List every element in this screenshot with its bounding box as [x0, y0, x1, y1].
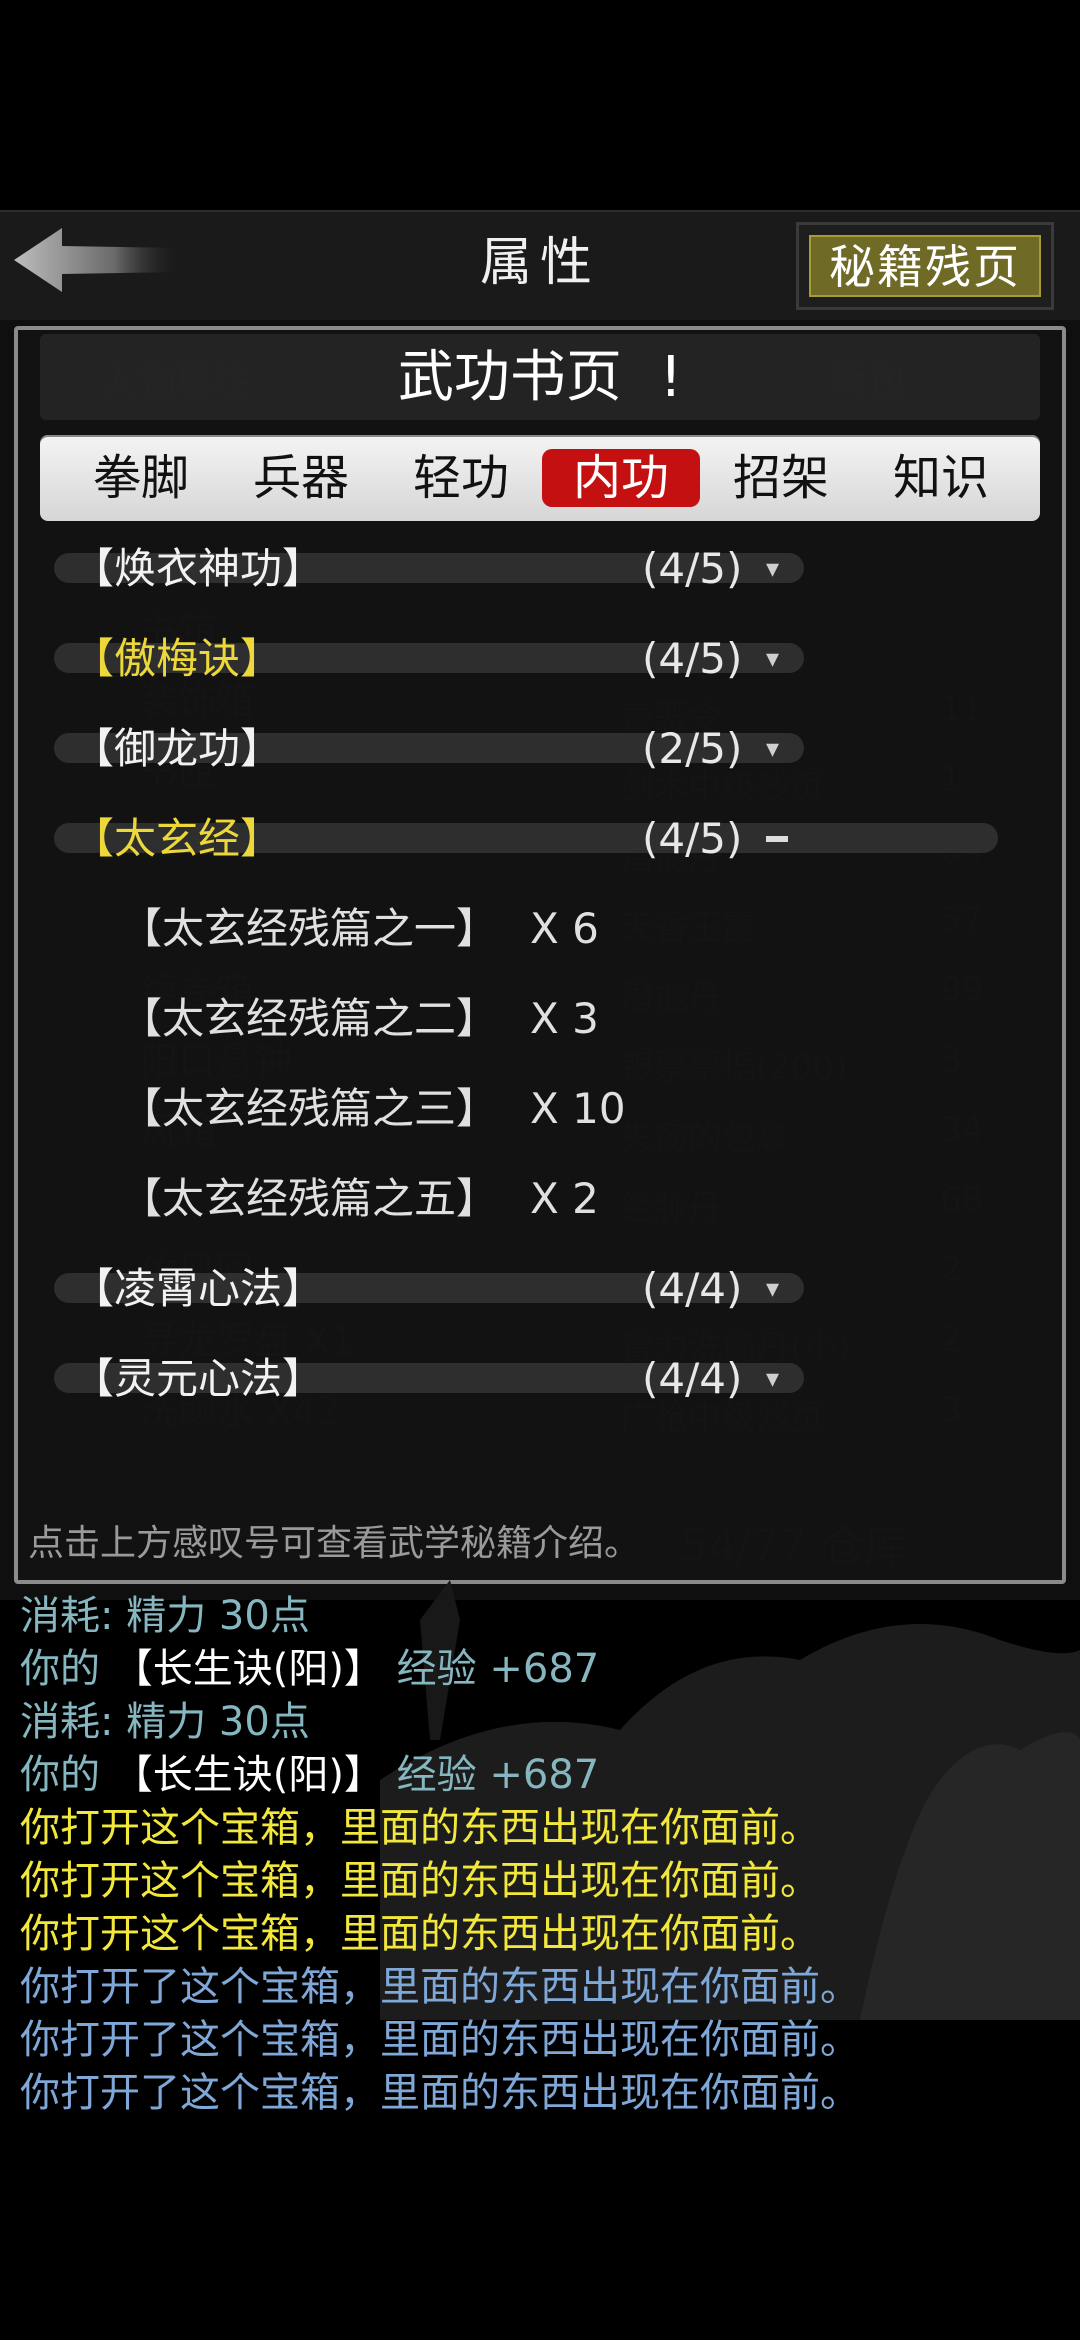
- log-text: 消耗:: [20, 1593, 127, 1639]
- back-arrow-button[interactable]: [14, 222, 184, 298]
- log-line: 你打开这个宝箱，里面的东西出现在你面前。: [20, 1855, 820, 1907]
- log-text: 你的: [20, 1646, 113, 1692]
- log-line: 消耗: 精力 30点: [20, 1696, 310, 1748]
- log-line: 你打开了这个宝箱，里面的东西出现在你面前。: [20, 2067, 860, 2119]
- skill-name: 【御龙功】: [72, 724, 283, 773]
- fragment-item[interactable]: 【太玄经残篇之一】 X 6: [120, 897, 599, 961]
- skill-name: 【灵元心法】: [72, 1354, 325, 1403]
- log-text: 你打开这个宝箱，里面的东西出现在你面前。: [20, 1805, 820, 1851]
- log-line: 你打开了这个宝箱，里面的东西出现在你面前。: [20, 2014, 860, 2066]
- skill-name: 【太玄经】: [72, 814, 283, 863]
- tab-2[interactable]: 轻功: [382, 449, 540, 507]
- fragment-name: 【太玄经残篇之一】: [120, 904, 499, 953]
- fragment-quantity: X 2: [530, 1174, 599, 1223]
- chevron-down-icon[interactable]: ▾: [766, 1257, 779, 1321]
- log-text: 你打开了这个宝箱，里面的东西出现在你面前。: [20, 2017, 860, 2063]
- log-text: 【长生诀(阳)】: [112, 1646, 384, 1692]
- skill-page-count: (4/5): [642, 634, 743, 683]
- skill-row[interactable]: 【灵元心法】 (4/4) ▾: [54, 1347, 1044, 1411]
- skill-page-count: (4/4): [642, 1264, 743, 1313]
- fragment-name: 【太玄经残篇之五】: [120, 1174, 499, 1223]
- chevron-down-icon[interactable]: ▾: [766, 627, 779, 691]
- skill-row[interactable]: 【傲梅诀】 (4/5) ▾: [54, 627, 1044, 691]
- tab-0[interactable]: 拳脚: [62, 449, 220, 507]
- skill-page-count: (4/5): [642, 814, 743, 863]
- tab-4[interactable]: 招架: [702, 449, 860, 507]
- log-line: 你的 【长生诀(阳)】 经验 +687: [20, 1749, 599, 1801]
- page-title: 属性: [479, 233, 600, 293]
- log-text: 经验 +687: [383, 1752, 600, 1798]
- fragment-quantity: X 3: [530, 994, 599, 1043]
- fragment-name: 【太玄经残篇之三】: [120, 1084, 499, 1133]
- log-text: 你打开了这个宝箱，里面的东西出现在你面前。: [20, 2070, 860, 2116]
- skill-row[interactable]: 【凌霄心法】 (4/4) ▾: [54, 1257, 1044, 1321]
- skill-name: 【傲梅诀】: [72, 634, 283, 683]
- panel-title-text: 武功书页: [397, 345, 622, 410]
- log-line: 你打开这个宝箱，里面的东西出现在你面前。: [20, 1908, 820, 1960]
- log-text: 你打开了这个宝箱，里面的东西出现在你面前。: [20, 1964, 860, 2010]
- log-line: 你打开了这个宝箱，里面的东西出现在你面前。: [20, 1961, 860, 2013]
- skill-row[interactable]: 【太玄经】 (4/5): [54, 807, 1044, 871]
- panel-title: 武功书页 !: [360, 338, 720, 418]
- log-line: 消耗: 精力 30点: [20, 1590, 310, 1642]
- skill-name: 【焕衣神功】: [72, 544, 325, 593]
- log-text: 消耗:: [20, 1699, 127, 1745]
- tab-5[interactable]: 知识: [862, 449, 1020, 507]
- skill-row[interactable]: 【焕衣神功】 (4/5) ▾: [54, 537, 1044, 601]
- skill-page-count: (4/5): [642, 544, 743, 593]
- tab-bar: 拳脚 兵器 轻功 内功 招架 知识: [40, 435, 1040, 521]
- fragment-item[interactable]: 【太玄经残篇之五】 X 2: [120, 1167, 599, 1231]
- collapse-icon[interactable]: [766, 836, 788, 842]
- log-text: 经验 +687: [383, 1646, 600, 1692]
- back-arrow-icon: [14, 228, 182, 292]
- fragment-item[interactable]: 【太玄经残篇之二】 X 3: [120, 987, 599, 1051]
- fragment-name: 【太玄经残篇之二】: [120, 994, 499, 1043]
- tab-1[interactable]: 兵器: [222, 449, 380, 507]
- hint-text: 点击上方感叹号可查看武学秘籍介绍。: [28, 1523, 641, 1564]
- tab-3[interactable]: 内功: [542, 449, 700, 507]
- log-text: 精力 30点: [126, 1699, 310, 1745]
- log-text: 你打开这个宝箱，里面的东西出现在你面前。: [20, 1911, 820, 1957]
- secret-pages-label: 秘籍残页: [809, 235, 1041, 297]
- log-line: 你的 【长生诀(阳)】 经验 +687: [20, 1643, 599, 1695]
- chevron-down-icon[interactable]: ▾: [766, 1347, 779, 1411]
- skill-row[interactable]: 【御龙功】 (2/5) ▾: [54, 717, 1044, 781]
- skill-name: 【凌霄心法】: [72, 1264, 325, 1313]
- log-text: 精力 30点: [126, 1593, 310, 1639]
- chevron-down-icon[interactable]: ▾: [766, 717, 779, 781]
- skill-page-count: (2/5): [642, 724, 743, 773]
- info-exclamation-icon[interactable]: !: [660, 345, 682, 410]
- chevron-down-icon[interactable]: ▾: [766, 537, 779, 601]
- fragment-quantity: X 6: [530, 904, 599, 953]
- fragment-item[interactable]: 【太玄经残篇之三】 X 10: [120, 1077, 626, 1141]
- skill-page-count: (4/4): [642, 1354, 743, 1403]
- log-text: 你打开这个宝箱，里面的东西出现在你面前。: [20, 1858, 820, 1904]
- log-text: 你的: [20, 1752, 113, 1798]
- log-line: 你打开这个宝箱，里面的东西出现在你面前。: [20, 1802, 820, 1854]
- fragment-quantity: X 10: [530, 1084, 626, 1133]
- log-text: 【长生诀(阳)】: [112, 1752, 384, 1798]
- secret-pages-button[interactable]: 秘籍残页: [796, 222, 1054, 310]
